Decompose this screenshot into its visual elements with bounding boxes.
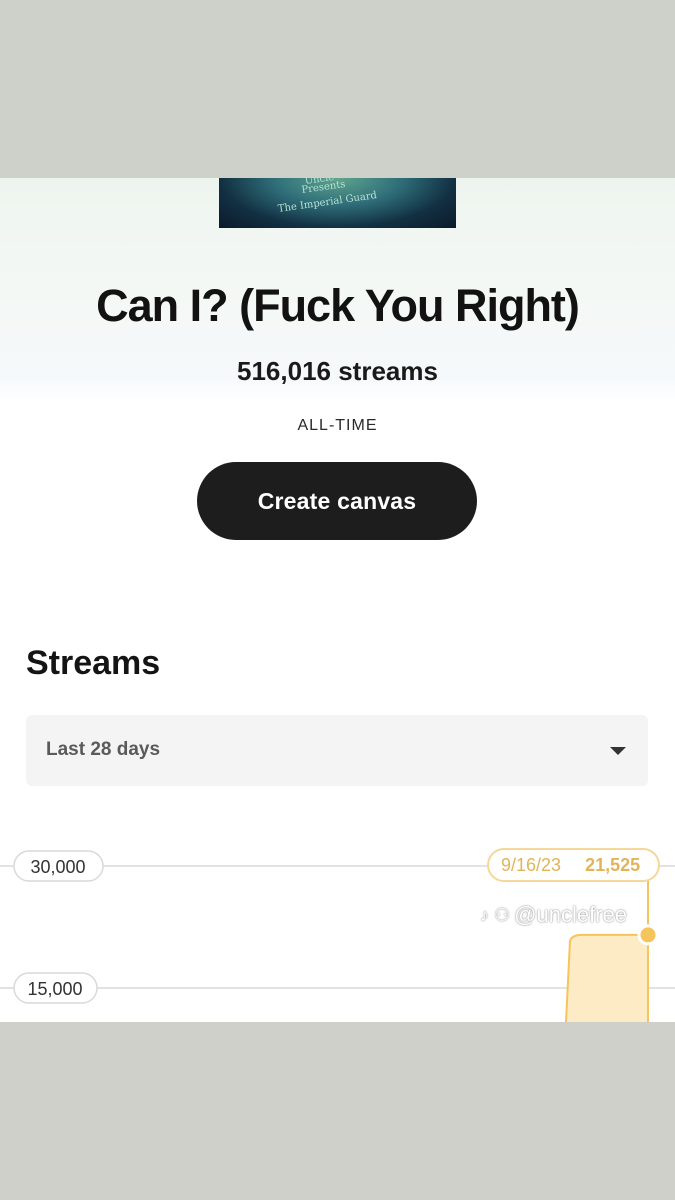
- stream-count: 516,016 streams: [237, 356, 438, 386]
- period-label: ALL-TIME: [297, 417, 378, 434]
- track-stats-screen: Uncle Presents The Imperial Guard Can I?…: [0, 178, 675, 1022]
- track-title: Can I? (Fuck You Right): [96, 280, 580, 331]
- tiktok-icon: ♪ ⚇: [480, 904, 511, 925]
- date-range-value: Last 28 days: [46, 739, 161, 760]
- y-tick-label: 30,000: [30, 857, 85, 877]
- chart-tooltip: 9/16/23 21,525: [487, 848, 660, 882]
- letterbox-bottom: [0, 1022, 675, 1200]
- watermark-handle: @unclefree: [514, 902, 627, 927]
- date-range-dropdown[interactable]: Last 28 days: [26, 715, 648, 786]
- data-point[interactable]: [637, 924, 659, 946]
- series-area: [566, 934, 648, 1022]
- letterbox-top: [0, 0, 675, 178]
- tiktok-watermark: ♪ ⚇ @unclefree: [480, 902, 627, 928]
- album-art: Uncle Presents The Imperial Guard: [219, 178, 456, 228]
- tooltip-value: 21,525: [585, 854, 641, 875]
- chevron-down-icon: [610, 747, 626, 755]
- tooltip-date: 9/16/23: [501, 854, 562, 875]
- create-canvas-button[interactable]: Create canvas: [197, 462, 477, 540]
- streams-heading: Streams: [26, 644, 161, 682]
- y-tick-label: 15,000: [27, 979, 82, 999]
